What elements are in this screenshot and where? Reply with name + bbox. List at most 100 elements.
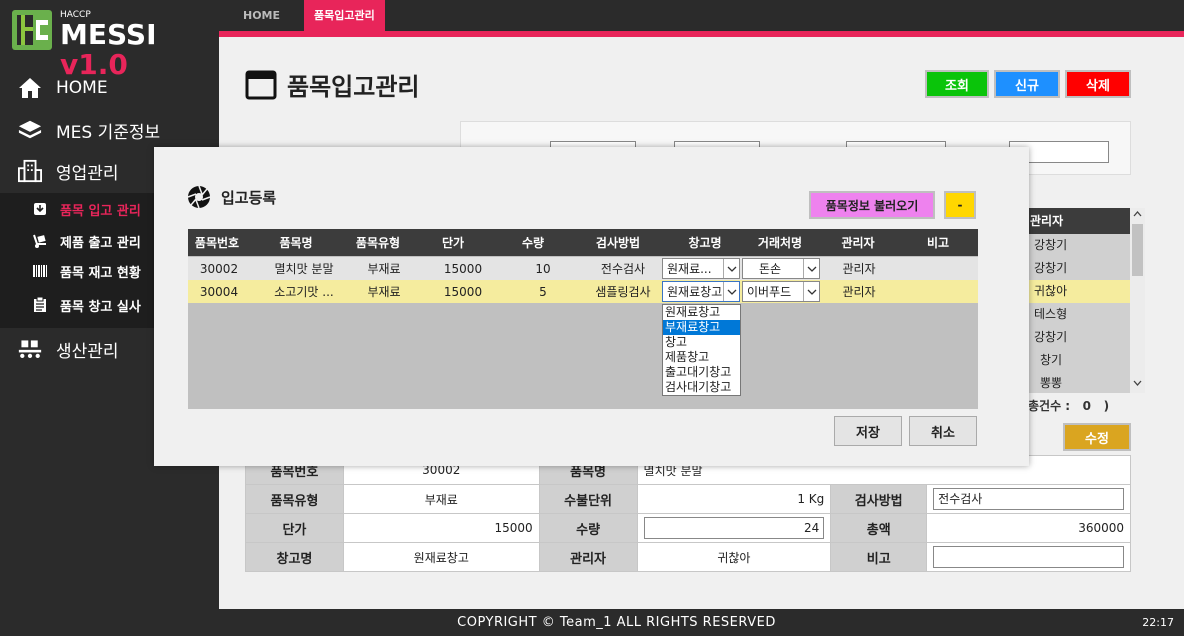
- edit-button[interactable]: 수정: [1063, 423, 1131, 451]
- warehouse-dropdown-list: 원재료창고 부재료창고 창고 제품창고 출고대기창고 검사대기창고: [662, 304, 741, 396]
- cell-item-no: 30004: [199, 284, 239, 299]
- cell-qty: 10: [535, 261, 551, 276]
- buildings-icon: [18, 159, 42, 183]
- copyright-text: COPYRIGHT © Team_1 ALL RIGHTS RESERVED: [457, 615, 776, 630]
- scroll-up-icon[interactable]: [1133, 210, 1142, 218]
- home-icon: [18, 76, 42, 100]
- sidebar-item-home[interactable]: HOME: [0, 68, 219, 108]
- sidebar-item-label: 영업관리: [56, 163, 119, 184]
- tab-home[interactable]: HOME: [233, 0, 290, 31]
- cancel-button[interactable]: 취소: [909, 416, 977, 446]
- table-row[interactable]: 강창기: [1028, 257, 1145, 280]
- table-row[interactable]: 강창기: [1028, 326, 1145, 349]
- warehouse-select-open[interactable]: 원재료창고: [662, 281, 740, 302]
- scroll-thumb[interactable]: [1132, 224, 1143, 276]
- search-button[interactable]: 조회: [925, 70, 989, 98]
- sidebar-subitem-label: 품목 재고 현황: [60, 265, 141, 281]
- table-row[interactable]: 강창기: [1028, 234, 1145, 257]
- col-header-vendor: 거래처명: [757, 236, 803, 250]
- delete-button[interactable]: 삭제: [1065, 70, 1131, 98]
- chevron-down-icon[interactable]: [723, 259, 739, 278]
- dropdown-option[interactable]: 출고대기창고: [663, 365, 740, 380]
- app-logo[interactable]: HACCP MESSI v1.0: [12, 8, 212, 80]
- chevron-down-icon[interactable]: [803, 282, 819, 301]
- label-item-type: 품목유형: [245, 484, 344, 514]
- tab-item-receiving[interactable]: 품목입고관리: [304, 0, 385, 31]
- value-price: 15000: [342, 513, 540, 543]
- vendor-select[interactable]: 돈손: [742, 258, 820, 279]
- qty-field[interactable]: 24: [643, 517, 825, 539]
- dropdown-option[interactable]: 창고: [663, 335, 740, 350]
- aperture-icon: [187, 185, 211, 209]
- cell-item-name: 멸치맛 분말: [274, 262, 334, 276]
- dropdown-option-highlighted[interactable]: 부재료창고: [663, 320, 740, 335]
- label-unit: 수불단위: [538, 484, 638, 514]
- vendor-select[interactable]: 이버푸드: [742, 281, 820, 302]
- col-header-warehouse: 창고명: [688, 236, 722, 250]
- table-row-selected[interactable]: 귀찮아: [1028, 280, 1145, 303]
- table-row[interactable]: 30002 멸치맛 분말 부재료 15000 10 전수검사 원재료... 돈손…: [188, 257, 978, 280]
- cell-manager: 관리자: [842, 285, 876, 299]
- receiving-register-modal: 입고등록 품목정보 불러오기 - 품목번호 품목명 품목유형 단가 수량 검사방…: [154, 147, 1029, 466]
- value-warehouse: 원재료창고: [342, 542, 540, 572]
- value-unit: 1 Kg: [636, 484, 832, 514]
- col-header-manager: 관리자: [841, 236, 875, 250]
- col-header-price: 단가: [441, 236, 465, 250]
- download-box-icon: [32, 201, 48, 217]
- col-header-item-no: 품목번호: [194, 236, 240, 250]
- table-row-selected[interactable]: 30004 소고기맛 ... 부재료 15000 5 샘플링검사 원재료창고 이…: [188, 280, 978, 303]
- sidebar-item-label: 생산관리: [56, 341, 119, 362]
- table-row[interactable]: 뽕뽕: [1028, 372, 1145, 395]
- cell-note: [908, 257, 968, 280]
- label-qty: 수량: [538, 513, 638, 543]
- grid-header-manager: 관리자: [1028, 208, 1145, 234]
- new-button[interactable]: 신규: [994, 70, 1060, 98]
- save-button[interactable]: 저장: [834, 416, 902, 446]
- grid-header: 품목번호 품목명 품목유형 단가 수량 검사방법 창고명 거래처명 관리자 비고: [188, 229, 978, 256]
- cell-note: [908, 280, 968, 303]
- cell-qty: 5: [539, 284, 547, 299]
- label-price: 단가: [245, 513, 344, 543]
- value-item-type: 부재료: [342, 484, 540, 514]
- label-total: 총액: [830, 513, 928, 543]
- chevron-down-icon[interactable]: [723, 282, 739, 301]
- table-row[interactable]: 테스형: [1028, 303, 1145, 326]
- note-field[interactable]: [933, 546, 1124, 568]
- load-item-info-button[interactable]: 품목정보 불러오기: [809, 191, 935, 219]
- modal-title: 입고등록: [187, 185, 276, 209]
- chevron-down-icon[interactable]: [803, 259, 819, 278]
- cell-price: 15000: [443, 284, 483, 299]
- label-warehouse: 창고명: [245, 542, 344, 572]
- conveyor-icon: [18, 337, 42, 361]
- value-manager: 귀찮아: [636, 542, 832, 572]
- label-manager: 관리자: [538, 542, 638, 572]
- inspect-field[interactable]: 전수검사: [933, 488, 1124, 510]
- dropdown-option[interactable]: 원재료창고: [663, 305, 740, 320]
- layers-icon: [18, 118, 42, 142]
- label-inspect: 검사방법: [830, 484, 928, 514]
- top-tab-bar: HOME 품목입고관리: [219, 0, 1184, 31]
- cell-item-no: 30002: [199, 261, 239, 276]
- total-count: 총건수 : 0 ): [1028, 399, 1110, 413]
- scroll-down-icon[interactable]: [1133, 379, 1142, 387]
- hand-truck-icon: [32, 233, 48, 249]
- col-header-item-name: 품목명: [279, 236, 313, 250]
- grid-scrollbar[interactable]: [1130, 208, 1145, 393]
- cell-price: 15000: [443, 261, 483, 276]
- cell-item-type: 부재료: [367, 285, 401, 299]
- cell-manager: 관리자: [842, 262, 876, 276]
- dropdown-option[interactable]: 검사대기창고: [663, 380, 740, 395]
- dropdown-option[interactable]: 제품창고: [663, 350, 740, 365]
- sidebar-subitem-label: 품목 창고 실사: [60, 299, 141, 315]
- barcode-icon: [32, 263, 48, 279]
- warehouse-select[interactable]: 원재료...: [662, 258, 740, 279]
- cell-item-name: 소고기맛 ...: [274, 285, 334, 299]
- value-total: 360000: [926, 513, 1131, 543]
- table-row[interactable]: 창기: [1028, 349, 1145, 372]
- footer: COPYRIGHT © Team_1 ALL RIGHTS RESERVED 2…: [219, 609, 1184, 636]
- page-title: 품목입고관리: [245, 67, 419, 102]
- sidebar-item-mes-master[interactable]: MES 기준정보: [0, 110, 219, 150]
- cell-inspect: 샘플링검사: [595, 285, 651, 299]
- dash-button[interactable]: -: [944, 191, 976, 219]
- clock: 22:17: [1142, 616, 1174, 629]
